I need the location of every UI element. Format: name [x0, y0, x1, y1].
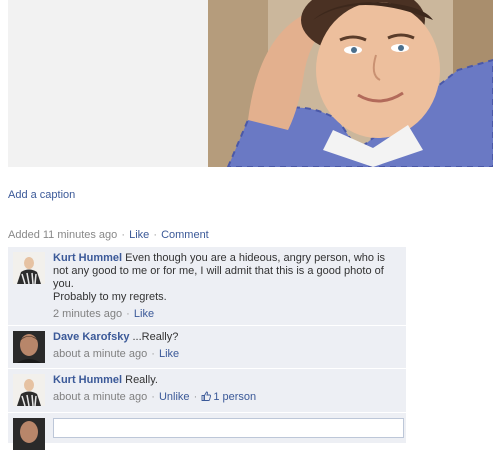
- comment-like-link[interactable]: Like: [134, 308, 154, 320]
- likes-count-text: 1 person: [213, 391, 257, 403]
- comment-meta: about a minute ago · Unlike · 1 person: [53, 391, 401, 403]
- added-prefix: Added: [8, 229, 40, 241]
- comment-text: ...Really?: [132, 331, 179, 343]
- comment-time: about a minute ago: [53, 348, 148, 360]
- comment-unlike-link[interactable]: Unlike: [159, 391, 190, 403]
- comment-text-line2: Probably to my regrets.: [53, 291, 167, 303]
- photo-left-blank: [8, 0, 208, 167]
- comment-item: Kurt Hummel Even though you are a hideou…: [8, 247, 406, 326]
- separator: ·: [151, 391, 155, 403]
- photo-meta-line: Added 11 minutes ago · Like · Comment: [8, 229, 209, 241]
- avatar[interactable]: [13, 252, 45, 284]
- comment-like-link[interactable]: Like: [159, 348, 179, 360]
- avatar: [13, 418, 45, 450]
- separator: ·: [121, 229, 126, 241]
- avatar-kurt-icon: [13, 374, 45, 406]
- avatar[interactable]: [13, 331, 45, 363]
- added-time: 11 minutes ago: [42, 229, 118, 241]
- separator: ·: [126, 308, 130, 320]
- add-caption-link[interactable]: Add a caption: [8, 189, 75, 201]
- write-comment-row: [8, 413, 406, 450]
- comment-meta: about a minute ago · Like: [53, 348, 401, 360]
- comment-meta: 2 minutes ago · Like: [53, 308, 401, 320]
- photo-portrait-illustration: [208, 0, 493, 167]
- comment-author[interactable]: Kurt Hummel: [53, 374, 122, 386]
- comment-text: Really.: [125, 374, 158, 386]
- avatar[interactable]: [13, 374, 45, 406]
- comment-likes-count[interactable]: 1 person: [201, 391, 256, 403]
- comment-author[interactable]: Dave Karofsky: [53, 331, 129, 343]
- comment-time: 2 minutes ago: [53, 308, 123, 320]
- comment-time: about a minute ago: [53, 391, 148, 403]
- separator: ·: [193, 391, 198, 403]
- comment-item: Kurt Hummel Really. about a minute ago ·…: [8, 369, 406, 413]
- comment-list: Kurt Hummel Even though you are a hideou…: [8, 247, 406, 450]
- comment-item: Dave Karofsky ...Really? about a minute …: [8, 326, 406, 369]
- write-comment-input[interactable]: [53, 418, 404, 438]
- photo-like-link[interactable]: Like: [129, 229, 149, 241]
- like-thumb-icon: [201, 391, 212, 401]
- profile-photo[interactable]: [208, 0, 493, 167]
- photo-comment-link[interactable]: Comment: [161, 229, 209, 241]
- separator: ·: [151, 348, 155, 360]
- avatar-dave-icon: [13, 331, 45, 363]
- comment-author[interactable]: Kurt Hummel: [53, 252, 122, 264]
- avatar-kurt-icon: [13, 252, 45, 284]
- avatar-self-icon: [13, 418, 45, 450]
- separator: ·: [153, 229, 157, 241]
